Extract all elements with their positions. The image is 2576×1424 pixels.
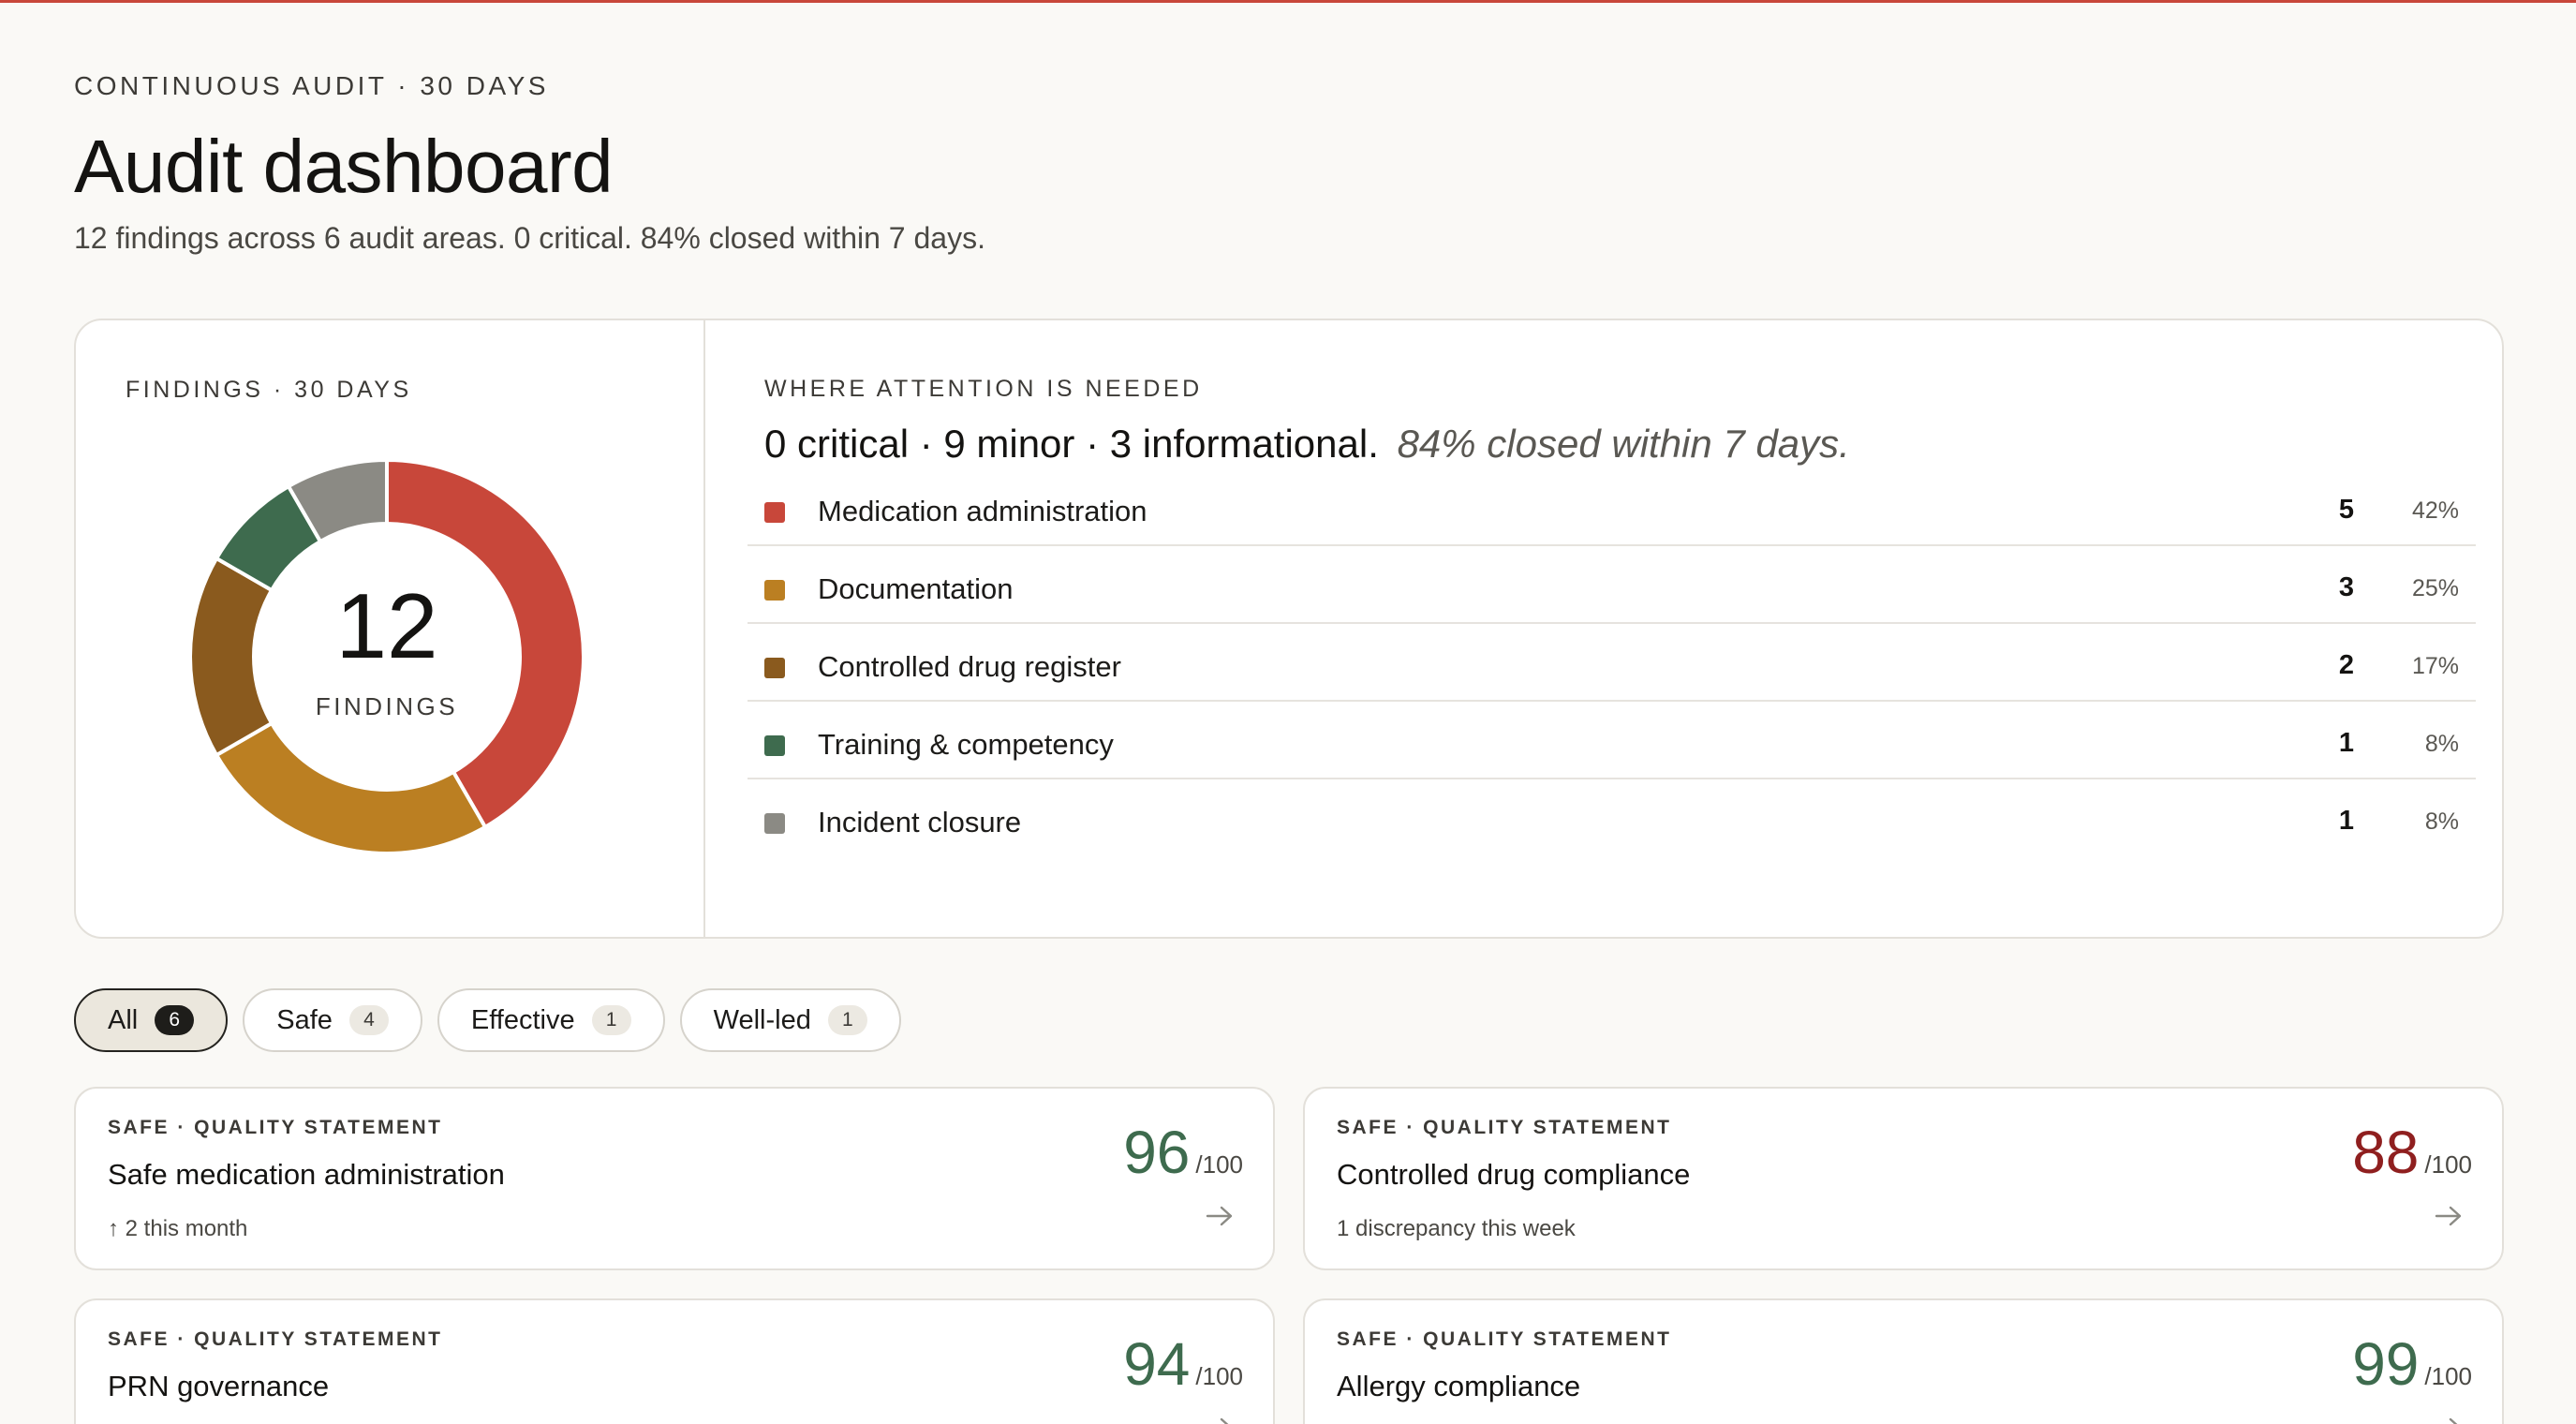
category-row[interactable]: Controlled drug register 2 17%: [748, 624, 2476, 702]
card-score: 96/100: [1123, 1122, 1243, 1182]
attention-severity-summary: 0 critical · 9 minor · 3 informational.: [764, 422, 1379, 466]
category-swatch: [764, 735, 785, 756]
category-swatch: [764, 580, 785, 601]
card-note: ↑ 2 this month: [108, 1216, 248, 1241]
card-score: 94/100: [1123, 1334, 1243, 1394]
filter-chips: All 6 Safe 4 Effective 1 Well-led 1: [74, 988, 901, 1052]
findings-eyebrow: FINDINGS · 30 DAYS: [126, 377, 412, 403]
category-count: 3: [2338, 572, 2354, 602]
filter-chip-label: Effective: [470, 1004, 575, 1035]
card-note: 1 discrepancy this week: [1337, 1216, 1576, 1241]
arrow-right-icon[interactable]: [2435, 1417, 2463, 1424]
category-swatch: [764, 658, 785, 678]
top-accent-line: [0, 0, 2576, 3]
category-count: 1: [2338, 806, 2354, 836]
category-count: 5: [2338, 495, 2354, 525]
category-label: Controlled drug register: [818, 650, 1121, 683]
card-score: 99/100: [2352, 1334, 2472, 1394]
filter-chip-count: 1: [591, 1005, 631, 1035]
filter-chip-label: All: [108, 1004, 139, 1035]
category-row[interactable]: Incident closure 1 8%: [748, 779, 2476, 857]
card-score-max: /100: [1195, 1362, 1243, 1390]
card-score-max: /100: [1195, 1150, 1243, 1179]
donut-center: 12 FINDINGS: [188, 458, 585, 855]
findings-total-label: FINDINGS: [315, 691, 459, 720]
attention-closure-note: 84% closed within 7 days.: [1397, 422, 1850, 466]
card-score-value: 96: [1123, 1119, 1191, 1186]
filter-chip-effective[interactable]: Effective 1: [437, 988, 665, 1052]
category-row[interactable]: Documentation 3 25%: [748, 546, 2476, 624]
card-title: Safe medication administration: [108, 1158, 505, 1191]
card-score-value: 99: [2352, 1330, 2420, 1398]
arrow-right-icon[interactable]: [1206, 1205, 1234, 1227]
arrow-right-icon[interactable]: [1206, 1417, 1234, 1424]
attention-eyebrow: WHERE ATTENTION IS NEEDED: [764, 376, 1203, 402]
page-subtitle: 12 findings across 6 audit areas. 0 crit…: [74, 221, 985, 255]
arrow-right-icon[interactable]: [2435, 1205, 2463, 1227]
filter-chip-label: Safe: [276, 1004, 333, 1035]
card-title: Allergy compliance: [1337, 1370, 1581, 1402]
card-eyebrow: SAFE · QUALITY STATEMENT: [108, 1328, 443, 1350]
page-eyebrow: CONTINUOUS AUDIT · 30 DAYS: [74, 71, 549, 100]
card-score-max: /100: [2424, 1362, 2472, 1390]
filter-chip-well-led[interactable]: Well-led 1: [679, 988, 901, 1052]
category-label: Medication administration: [818, 495, 1147, 527]
category-percent: 42%: [2411, 497, 2459, 524]
category-label: Documentation: [818, 572, 1014, 605]
card-score-value: 88: [2352, 1119, 2420, 1186]
card-eyebrow: SAFE · QUALITY STATEMENT: [1337, 1117, 1672, 1138]
findings-donut-section: FINDINGS · 30 DAYS 12 FINDINGS: [76, 320, 705, 937]
category-percent: 17%: [2411, 653, 2459, 679]
filter-chip-label: Well-led: [713, 1004, 811, 1035]
page-title: Audit dashboard: [74, 125, 614, 208]
card-score-value: 94: [1123, 1330, 1191, 1398]
card-eyebrow: SAFE · QUALITY STATEMENT: [108, 1117, 443, 1138]
quality-statement-card[interactable]: SAFE · QUALITY STATEMENT PRN governance 94…: [74, 1298, 1275, 1424]
category-label: Training & competency: [818, 728, 1114, 761]
findings-summary-panel: FINDINGS · 30 DAYS 12 FINDINGS WHERE ATT…: [74, 319, 2504, 939]
category-row[interactable]: Training & competency 1 8%: [748, 702, 2476, 779]
category-percent: 8%: [2424, 808, 2459, 835]
quality-statement-card[interactable]: SAFE · QUALITY STATEMENT Allergy complian…: [1303, 1298, 2504, 1424]
filter-chip-count: 6: [155, 1005, 195, 1035]
filter-chip-count: 1: [827, 1005, 867, 1035]
category-swatch: [764, 813, 785, 834]
category-swatch: [764, 502, 785, 523]
category-label: Incident closure: [818, 806, 1022, 838]
card-score: 88/100: [2352, 1122, 2472, 1182]
findings-total: 12: [335, 573, 438, 677]
category-list: Medication administration 5 42% Documentati…: [748, 468, 2476, 857]
category-percent: 25%: [2411, 575, 2459, 601]
attention-headline: 0 critical · 9 minor · 3 informational. …: [764, 422, 1850, 467]
card-score-max: /100: [2424, 1150, 2472, 1179]
category-count: 1: [2338, 728, 2354, 758]
filter-chip-count: 4: [348, 1005, 389, 1035]
card-eyebrow: SAFE · QUALITY STATEMENT: [1337, 1328, 1672, 1350]
filter-chip-all[interactable]: All 6: [74, 988, 229, 1052]
quality-statement-card[interactable]: SAFE · QUALITY STATEMENT Safe medication …: [74, 1087, 1275, 1270]
filter-chip-safe[interactable]: Safe 4: [243, 988, 422, 1052]
quality-statement-cards: SAFE · QUALITY STATEMENT Safe medication …: [74, 1087, 2504, 1424]
attention-section: WHERE ATTENTION IS NEEDED 0 critical · 9…: [705, 320, 2502, 937]
category-row[interactable]: Medication administration 5 42%: [748, 468, 2476, 546]
card-title: Controlled drug compliance: [1337, 1158, 1691, 1191]
category-percent: 8%: [2424, 731, 2459, 757]
quality-statement-card[interactable]: SAFE · QUALITY STATEMENT Controlled drug …: [1303, 1087, 2504, 1270]
card-title: PRN governance: [108, 1370, 330, 1402]
category-count: 2: [2338, 650, 2354, 680]
